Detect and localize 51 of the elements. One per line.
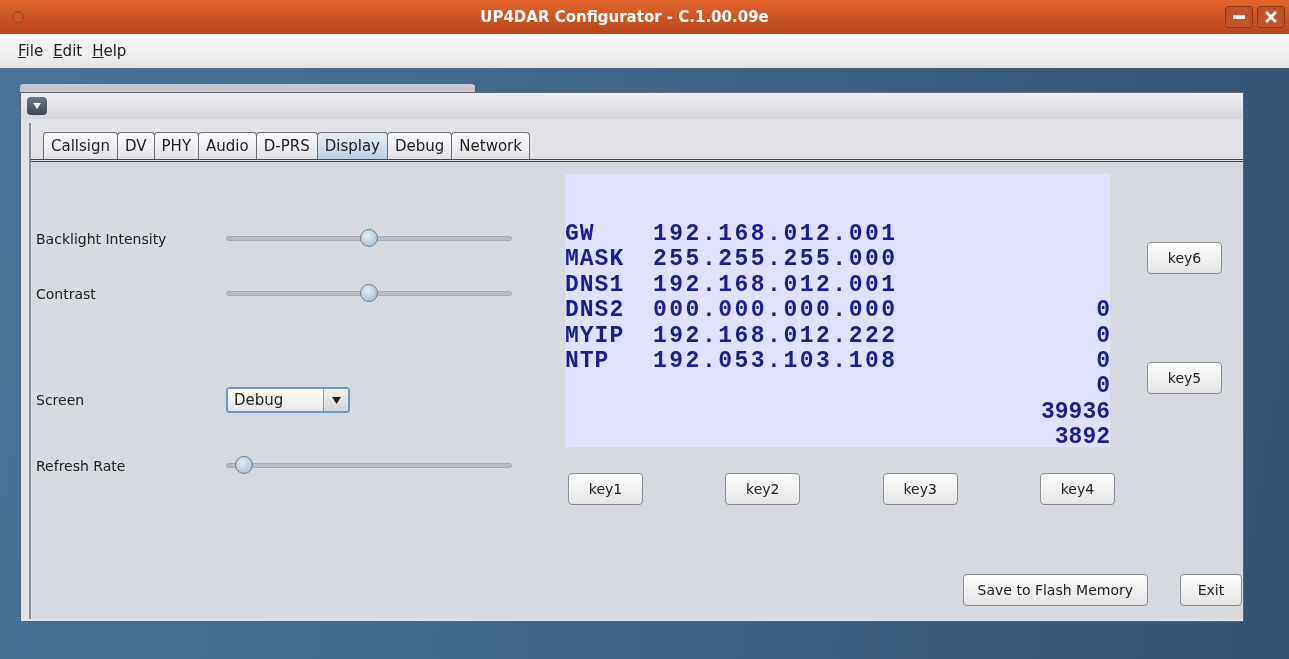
setting-label: Backlight Intensity [36, 231, 168, 247]
window-menu-icon[interactable] [12, 11, 24, 23]
lcd-text: GW [565, 222, 596, 248]
minimize-icon [1233, 15, 1245, 19]
setting-label: Screen [36, 392, 86, 408]
key-button[interactable]: key2 [725, 473, 801, 505]
close-button[interactable] [1257, 6, 1285, 28]
lcd-text: 255.255.255.000 [653, 247, 898, 273]
close-icon [1265, 11, 1277, 23]
lcd-text: 192.053.103.108 [653, 348, 898, 375]
minimize-button[interactable] [1225, 6, 1253, 28]
slider-thumb[interactable] [360, 284, 378, 302]
exit-button[interactable]: Exit [1180, 574, 1242, 606]
key-button[interactable]: key3 [882, 473, 958, 505]
menu-item[interactable]: Help [92, 42, 127, 60]
window-title: UP4DAR Configurator - C.1.00.09e [479, 8, 770, 26]
lcd-text: 0 [1096, 348, 1110, 375]
lcd-text: MYIP [565, 323, 626, 349]
lcd-text: 3892 [1054, 425, 1110, 451]
screen-dropdown[interactable]: Debug [226, 387, 350, 413]
key-button[interactable]: key6 [1147, 242, 1222, 274]
menu-item[interactable]: File [18, 42, 44, 60]
tab[interactable]: Display [316, 132, 388, 159]
key-button[interactable]: key1 [568, 473, 643, 505]
lcd-text: 192.168.012.001 [653, 222, 898, 248]
key-button[interactable]: key5 [1147, 362, 1222, 394]
slider-thumb[interactable] [360, 229, 378, 247]
save-button[interactable]: Save to Flash Memory [962, 574, 1148, 606]
lcd-text: DNS1 [565, 272, 626, 299]
tab[interactable]: Network [451, 132, 530, 159]
lcd-text: 39936 [1041, 399, 1110, 426]
menu-item[interactable]: Edit [53, 42, 83, 60]
lcd-text: MASK [565, 247, 626, 273]
lcd-text: NTP [565, 348, 611, 375]
lcd-text: 192.168.012.001 [653, 272, 898, 299]
frame-menu-button[interactable] [27, 97, 47, 115]
tab[interactable]: PHY [153, 132, 200, 159]
slider-thumb[interactable] [234, 456, 253, 474]
tab[interactable]: Callsign [43, 132, 118, 159]
tab[interactable]: Debug [386, 132, 453, 159]
lcd-text: 0 [1096, 374, 1110, 400]
key-button[interactable]: key4 [1040, 473, 1115, 505]
lcd-text: 192.168.012.222 [653, 323, 898, 349]
lcd-text: 0 [1096, 323, 1110, 349]
caret-icon [331, 396, 341, 404]
lcd-text: DNS2 [565, 298, 626, 324]
triangle-down-icon [32, 102, 42, 110]
setting-label: Contrast [36, 286, 97, 302]
setting-label: Refresh Rate [36, 458, 127, 474]
lcd-text: 000.000.000.000 [653, 298, 898, 324]
lcd-text: 0 [1096, 298, 1110, 324]
